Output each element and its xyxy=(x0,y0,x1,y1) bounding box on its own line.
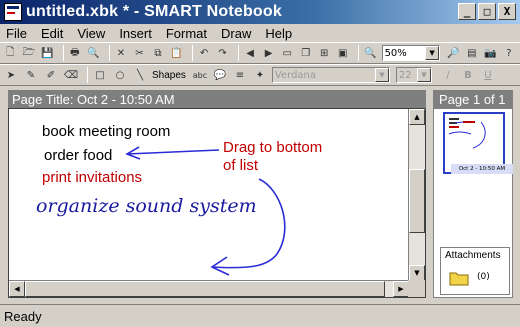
font-name-value: Verdana xyxy=(274,69,317,81)
insert-page-icon[interactable]: ⊞ xyxy=(317,45,332,61)
title-bar[interactable]: untitled.xbk * - SMART Notebook _ □ X xyxy=(0,0,520,24)
toolbar-separator xyxy=(62,45,64,61)
minimize-button[interactable]: _ xyxy=(458,3,476,20)
toolbar-separator xyxy=(237,45,239,61)
zoom-select[interactable]: 50% ▼ xyxy=(381,45,441,61)
page-sorter-header: Page 1 of 1 xyxy=(433,90,513,108)
vertical-scrollbar[interactable]: ▲ ▼ xyxy=(408,109,425,281)
window-controls: _ □ X xyxy=(458,3,516,20)
thumbnail-preview xyxy=(448,118,486,149)
menu-draw[interactable]: Draw xyxy=(221,26,251,41)
toolbar-separator xyxy=(191,45,193,61)
font-size-select[interactable]: 22 ▼ xyxy=(395,67,432,83)
underline-icon[interactable]: U xyxy=(480,67,496,83)
font-size-value: 22 xyxy=(398,69,412,81)
toolbar-separator xyxy=(87,67,88,83)
menu-help[interactable]: Help xyxy=(265,26,292,41)
menu-view[interactable]: View xyxy=(77,26,105,41)
toolbar-separator xyxy=(108,45,110,61)
zoom-value: 50% xyxy=(384,47,407,59)
scroll-up-button[interactable]: ▲ xyxy=(409,109,425,125)
drawing-toolbar: ➤ ✎ ✐ ⌫ □ ○ ╲ Shapes abc 💬 ≡ ✦ Verdana ▼… xyxy=(0,64,520,86)
window-title: untitled.xbk * - SMART Notebook xyxy=(26,3,282,20)
menu-format[interactable]: Format xyxy=(166,26,207,41)
chevron-down-icon[interactable]: ▼ xyxy=(425,46,440,60)
scroll-right-button[interactable]: ▶ xyxy=(393,281,409,297)
previous-page-icon[interactable]: ◀ xyxy=(243,45,258,61)
gallery-icon[interactable]: ▣ xyxy=(336,45,351,61)
attachments-panel[interactable]: Attachments (0) xyxy=(440,247,510,295)
shapes-dropdown[interactable]: Shapes xyxy=(152,70,186,81)
font-name-select[interactable]: Verdana ▼ xyxy=(271,67,390,83)
horizontal-scrollbar[interactable]: ◀ ▶ xyxy=(9,280,409,297)
pen-icon[interactable]: ✎ xyxy=(23,67,39,83)
arrow-drawing[interactable] xyxy=(9,109,409,281)
next-page-icon[interactable]: ▶ xyxy=(261,45,276,61)
chevron-down-icon[interactable]: ▼ xyxy=(416,68,431,82)
scroll-corner xyxy=(408,280,425,297)
scroll-thumb[interactable] xyxy=(25,281,385,297)
app-icon xyxy=(4,3,22,21)
eraser-icon[interactable]: ⌫ xyxy=(63,67,79,83)
comment-icon[interactable]: 💬 xyxy=(212,67,228,83)
scroll-down-button[interactable]: ▼ xyxy=(409,265,425,281)
creative-pen-icon[interactable]: ✐ xyxy=(43,67,59,83)
ellipse-icon[interactable]: ○ xyxy=(112,67,128,83)
menu-insert[interactable]: Insert xyxy=(119,26,152,41)
text-tool-icon[interactable]: abc xyxy=(192,67,208,83)
chevron-down-icon[interactable]: ▼ xyxy=(374,68,389,82)
menu-file[interactable]: File xyxy=(6,26,27,41)
page-thumbnail[interactable]: Oct 2 - 10:50 AM xyxy=(443,112,513,174)
print-icon[interactable]: 🖶 xyxy=(68,45,83,61)
save-icon[interactable]: 💾 xyxy=(40,45,55,61)
menu-edit[interactable]: Edit xyxy=(41,26,63,41)
rectangle-icon[interactable]: □ xyxy=(92,67,108,83)
maximize-button[interactable]: □ xyxy=(478,3,496,20)
folder-icon[interactable] xyxy=(449,270,469,286)
scroll-left-button[interactable]: ◀ xyxy=(9,281,25,297)
status-bar: Ready xyxy=(0,304,520,327)
bold-icon[interactable]: B xyxy=(460,67,476,83)
attachments-count: (0) xyxy=(477,272,490,282)
italic-slash-icon[interactable]: / xyxy=(440,67,456,83)
standard-toolbar: 🗋 🗁 💾 🖶 🔍 ✕ ✂ ⧉ 📋 ↶ ↷ ◀ ▶ ▭ ❐ ⊞ ▣ 🔍 50% … xyxy=(0,42,520,64)
properties-icon[interactable]: ✦ xyxy=(252,67,268,83)
fill-icon[interactable]: ≡ xyxy=(232,67,248,83)
clone-page-icon[interactable]: ❐ xyxy=(298,45,313,61)
help-pointer-icon[interactable]: ? xyxy=(502,45,517,61)
whiteboard-canvas[interactable]: book meeting room order food print invit… xyxy=(8,108,426,298)
select-arrow-icon[interactable]: ➤ xyxy=(3,67,19,83)
thumbnail-label: Oct 2 - 10:50 AM xyxy=(451,164,513,174)
copy-icon[interactable]: ⧉ xyxy=(151,45,166,61)
zoom-icon[interactable]: 🔍 xyxy=(363,45,378,61)
page-title: Page Title: Oct 2 - 10:50 AM xyxy=(8,90,426,108)
magnify-icon[interactable]: 🔎 xyxy=(446,45,461,61)
undo-icon[interactable]: ↶ xyxy=(197,45,212,61)
attachments-title: Attachments xyxy=(445,250,501,261)
redo-icon[interactable]: ↷ xyxy=(215,45,230,61)
status-text: Ready xyxy=(4,308,42,324)
delete-icon[interactable]: ✕ xyxy=(114,45,129,61)
blank-page-icon[interactable]: ▭ xyxy=(280,45,295,61)
line-icon[interactable]: ╲ xyxy=(132,67,148,83)
cut-icon[interactable]: ✂ xyxy=(132,45,147,61)
print-preview-icon[interactable]: 🔍 xyxy=(86,45,101,61)
camera-icon[interactable]: 📷 xyxy=(483,45,498,61)
menu-bar: File Edit View Insert Format Draw Help xyxy=(0,24,520,42)
page-sorter: Oct 2 - 10:50 AM Attachments (0) xyxy=(433,108,513,298)
scroll-thumb[interactable] xyxy=(409,169,425,233)
open-folder-icon[interactable]: 🗁 xyxy=(22,45,37,61)
screen-shade-icon[interactable]: ▤ xyxy=(465,45,480,61)
close-button[interactable]: X xyxy=(498,3,516,20)
paste-icon[interactable]: 📋 xyxy=(169,45,184,61)
new-page-icon[interactable]: 🗋 xyxy=(3,45,18,61)
toolbar-separator xyxy=(358,45,360,61)
